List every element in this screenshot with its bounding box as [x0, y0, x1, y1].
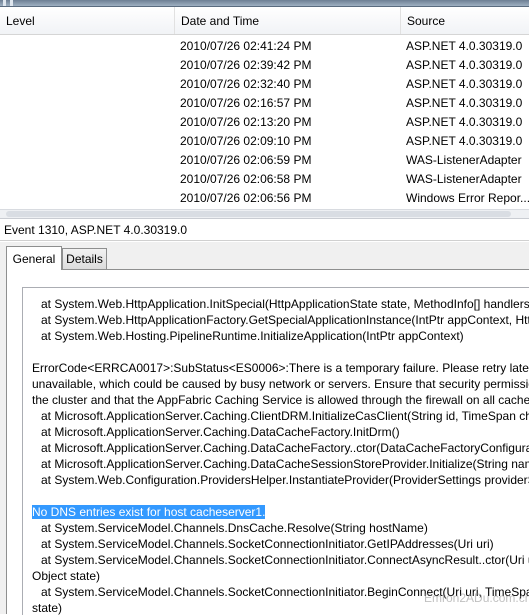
cell-date: 2010/07/26 02:09:10 PM — [180, 134, 312, 148]
description-line: at System.Web.Configuration.ProvidersHel… — [41, 472, 529, 488]
tab-details-label: Details — [66, 252, 103, 266]
strip-tick — [10, 0, 13, 6]
description-line: the cluster and that the AppFabric Cachi… — [32, 392, 529, 408]
event-list: Warning2010/07/26 02:41:24 PMASP.NET 4.0… — [0, 37, 529, 209]
table-row[interactable]: Warning2010/07/26 02:39:42 PMASP.NET 4.0… — [0, 56, 529, 75]
column-header-source[interactable]: Source — [401, 7, 529, 34]
cell-date: 2010/07/26 02:32:40 PM — [180, 77, 312, 91]
description-text: at Microsoft.ApplicationServer.Caching.D… — [41, 425, 400, 439]
watermark: Emron2ADu.com.cn — [424, 591, 529, 605]
description-text: unavailable, which could be caused by bu… — [32, 377, 529, 391]
event-detail-panel: General Details at System.Web.HttpApplic… — [0, 242, 529, 615]
description-text: at System.Web.HttpApplicationFactory.Get… — [41, 313, 529, 327]
description-text: at System.Web.HttpApplication.InitSpecia… — [41, 297, 529, 311]
cell-source: WAS-ListenerAdapter — [406, 153, 522, 167]
description-text: at System.Web.Hosting.PipelineRuntime.In… — [41, 329, 464, 343]
description-line: ErrorCode<ERRCA0017>:SubStatus<ES0006>:T… — [32, 360, 529, 376]
cell-date: 2010/07/26 02:06:59 PM — [180, 153, 312, 167]
cell-date: 2010/07/26 02:06:58 PM — [180, 172, 312, 186]
event-list-header: Level Date and Time Source — [0, 7, 529, 35]
description-text: at Microsoft.ApplicationServer.Caching.D… — [41, 457, 529, 471]
cell-date: 2010/07/26 02:41:24 PM — [180, 39, 312, 53]
description-text: at Microsoft.ApplicationServer.Caching.C… — [41, 409, 529, 423]
scrollbar-thumb[interactable] — [6, 211, 511, 217]
event-list-scrollbar[interactable] — [0, 209, 529, 219]
cell-date: 2010/07/26 02:13:20 PM — [180, 115, 312, 129]
description-line: at Microsoft.ApplicationServer.Caching.D… — [41, 456, 529, 472]
description-line: Object state) — [32, 568, 100, 584]
description-line: at Microsoft.ApplicationServer.Caching.D… — [41, 424, 400, 440]
table-row[interactable]: Warning2010/07/26 02:32:40 PMASP.NET 4.0… — [0, 75, 529, 94]
description-line: state) — [32, 600, 62, 615]
description-text: at System.ServiceModel.Channels.SocketCo… — [41, 537, 494, 551]
column-header-date[interactable]: Date and Time — [175, 7, 401, 34]
description-line: No DNS entries exist for host cacheserve… — [32, 504, 266, 520]
column-header-level[interactable]: Level — [0, 7, 175, 34]
table-row[interactable]: Information2010/07/26 02:06:56 PMWindows… — [0, 189, 529, 208]
description-text: state) — [32, 601, 63, 615]
cell-source: ASP.NET 4.0.30319.0 — [406, 96, 523, 110]
description-line: at System.ServiceModel.Channels.SocketCo… — [41, 536, 494, 552]
cell-date: 2010/07/26 02:06:56 PM — [180, 191, 312, 205]
cell-source: Windows Error Repor... — [406, 191, 529, 205]
description-text: at System.ServiceModel.Channels.DnsCache… — [41, 521, 428, 535]
table-row[interactable]: Warning2010/07/26 02:41:24 PMASP.NET 4.0… — [0, 37, 529, 56]
description-line: at Microsoft.ApplicationServer.Caching.C… — [41, 408, 529, 424]
cell-date: 2010/07/26 02:39:42 PM — [180, 58, 312, 72]
cell-date: 2010/07/26 02:16:57 PM — [180, 96, 312, 110]
description-text: ErrorCode<ERRCA0017>:SubStatus<ES0006>:T… — [32, 361, 529, 375]
tab-content: at System.Web.HttpApplication.InitSpecia… — [6, 269, 529, 615]
description-line: at System.ServiceModel.Channels.DnsCache… — [41, 520, 428, 536]
description-line: at System.Web.Hosting.PipelineRuntime.In… — [41, 328, 464, 344]
description-text: at Microsoft.ApplicationServer.Caching.D… — [41, 441, 529, 455]
tab-general[interactable]: General — [6, 246, 62, 270]
description-text: the cluster and that the AppFabric Cachi… — [32, 393, 529, 407]
window-top-strip — [0, 0, 529, 7]
description-text: at System.Web.Configuration.ProvidersHel… — [41, 473, 529, 487]
cell-source: ASP.NET 4.0.30319.0 — [406, 115, 523, 129]
table-row[interactable]: Information2010/07/26 02:06:59 PMWAS-Lis… — [0, 151, 529, 170]
selected-text: No DNS entries exist for host cacheserve… — [32, 505, 266, 519]
cell-source: WAS-ListenerAdapter — [406, 172, 522, 186]
description-line: at System.ServiceModel.Channels.SocketCo… — [41, 552, 529, 568]
cell-source: ASP.NET 4.0.30319.0 — [406, 58, 523, 72]
table-row[interactable]: Warning2010/07/26 02:16:57 PMASP.NET 4.0… — [0, 94, 529, 113]
tab-details[interactable]: Details — [62, 248, 107, 269]
cell-source: ASP.NET 4.0.30319.0 — [406, 134, 523, 148]
description-line: at Microsoft.ApplicationServer.Caching.D… — [41, 440, 529, 456]
column-header-source-label: Source — [407, 14, 446, 28]
table-row[interactable]: Warning2010/07/26 02:13:20 PMASP.NET 4.0… — [0, 113, 529, 132]
event-description-textbox[interactable]: at System.Web.HttpApplication.InitSpecia… — [22, 287, 529, 615]
description-line: at System.Web.HttpApplication.InitSpecia… — [41, 296, 529, 312]
description-line: at System.Web.HttpApplicationFactory.Get… — [41, 312, 529, 328]
description-text: Object state) — [32, 569, 101, 583]
cell-source: ASP.NET 4.0.30319.0 — [406, 39, 523, 53]
description-text: at System.ServiceModel.Channels.SocketCo… — [41, 553, 529, 567]
column-header-date-label: Date and Time — [181, 14, 260, 28]
event-detail-title: Event 1310, ASP.NET 4.0.30319.0 — [0, 219, 529, 241]
table-row[interactable]: Warning2010/07/26 02:09:10 PMASP.NET 4.0… — [0, 132, 529, 151]
tab-general-label: General — [12, 252, 56, 266]
strip-tick — [3, 0, 6, 6]
description-line: unavailable, which could be caused by bu… — [32, 376, 529, 392]
table-row[interactable]: Information2010/07/26 02:06:58 PMWAS-Lis… — [0, 170, 529, 189]
cell-source: ASP.NET 4.0.30319.0 — [406, 77, 523, 91]
column-header-level-label: Level — [6, 14, 35, 28]
